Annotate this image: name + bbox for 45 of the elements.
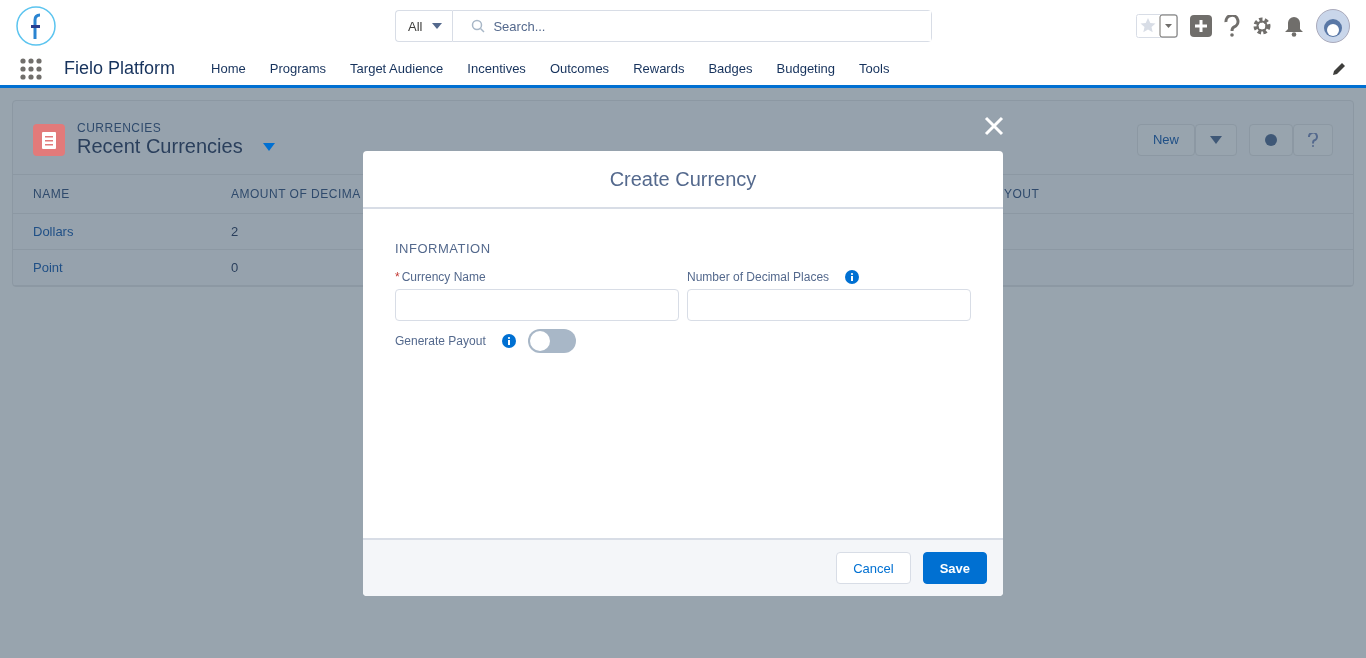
nav-tab[interactable]: Budgeting [776, 61, 836, 76]
field-label: * Currency Name [395, 270, 486, 284]
save-button[interactable]: Save [922, 552, 987, 584]
app-launcher-icon[interactable] [20, 57, 42, 80]
clipboard-icon [33, 123, 65, 156]
nav-tab[interactable]: Home [211, 61, 246, 76]
edit-pencil-icon[interactable] [1332, 61, 1346, 76]
close-button[interactable] [982, 114, 1006, 138]
info-icon [845, 270, 860, 284]
nav-tab[interactable]: Outcomes [549, 61, 610, 76]
object-label: CURRENCIES [77, 121, 163, 135]
field-label: Number of Decimal Places [687, 270, 830, 284]
nav-tab[interactable]: Target Audience [350, 61, 444, 76]
logo-icon[interactable] [16, 6, 56, 46]
nav-tab[interactable]: Programs [269, 61, 327, 76]
column-header: NAME [13, 175, 211, 214]
column-header: YOUT [1004, 175, 1353, 214]
search-scope-dropdown[interactable]: All [395, 10, 453, 42]
caret-icon [432, 23, 443, 29]
nav-tab[interactable]: Incentives [467, 61, 526, 76]
more-actions-button[interactable] [1195, 123, 1237, 156]
toggle-label: Generate Payout [395, 334, 486, 348]
list-view-title: Recent Currencies [77, 135, 243, 158]
app-name: Fielo Platform [64, 58, 176, 79]
help-button[interactable] [1293, 123, 1333, 156]
settings-icon[interactable] [1252, 16, 1272, 36]
toggle-switch[interactable] [527, 329, 576, 353]
input-field[interactable] [395, 289, 679, 321]
nav-tab[interactable]: Badges [708, 61, 753, 76]
dialog-title: Create Currency [363, 151, 1003, 209]
agent-button[interactable] [1249, 123, 1293, 156]
cancel-button[interactable]: Cancel [836, 552, 911, 584]
info-icon [501, 334, 516, 348]
nav-tab[interactable]: Rewards [633, 61, 685, 76]
caret-icon [1210, 135, 1222, 144]
notifications-bell-icon[interactable] [1284, 15, 1304, 37]
avatar-icon[interactable] [1316, 9, 1350, 43]
caret-icon[interactable] [262, 142, 275, 151]
help-icon[interactable] [1224, 15, 1240, 37]
nav-tab[interactable]: Tools [859, 61, 890, 76]
search-icon [471, 19, 486, 33]
search-field[interactable]: Search... [452, 10, 932, 42]
question-mark-icon [1308, 132, 1318, 147]
input-field[interactable] [687, 289, 971, 321]
add-icon[interactable] [1190, 15, 1212, 37]
